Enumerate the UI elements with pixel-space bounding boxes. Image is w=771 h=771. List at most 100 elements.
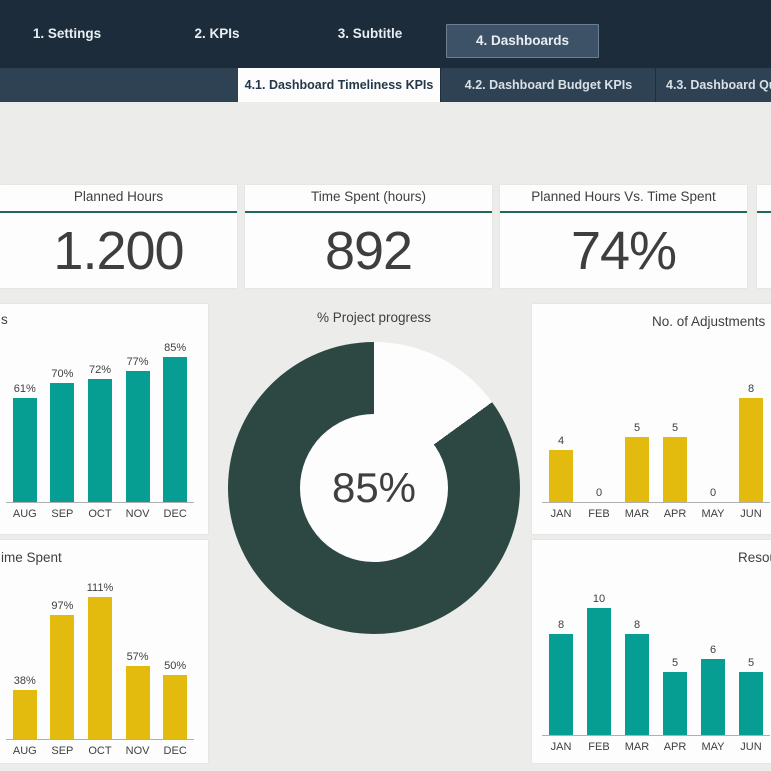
- bar-value-label: 85%: [164, 342, 186, 354]
- bar-value-label: 57%: [127, 651, 149, 663]
- kpi-title: Time Spent (hours): [245, 185, 492, 213]
- chart-adjustments: No. of Adjustments 405508JANFEBMARAPRMAY…: [532, 304, 771, 534]
- bar: [663, 437, 687, 502]
- chart-time-spent-pct: ime Spent 38%97%111%57%50%AUGSEPOCTNOVDE…: [0, 540, 208, 763]
- bar-value-label: 97%: [51, 600, 73, 612]
- bar-value-label: 5: [672, 422, 678, 434]
- kpi-value: 74%: [500, 213, 747, 288]
- month-label: APR: [656, 508, 694, 520]
- subtab-quality-kpis[interactable]: 4.3. Dashboard Qua: [655, 68, 771, 102]
- subtab-budget-kpis[interactable]: 4.2. Dashboard Budget KPIs: [440, 68, 656, 102]
- bars-row: 405508: [542, 346, 770, 502]
- month-label: AUG: [6, 745, 44, 757]
- chart-title: No. of Adjustments: [652, 314, 765, 329]
- bar-group: 61%: [6, 383, 44, 502]
- bar-group: 85%: [156, 342, 194, 502]
- bar: [88, 379, 112, 502]
- month-label: APR: [656, 741, 694, 753]
- bar-value-label: 72%: [89, 364, 111, 376]
- dashboard-screen: 1. Settings 2. KPIs 3. Subtitle 4. Dashb…: [0, 0, 771, 771]
- bar: [13, 690, 37, 739]
- month-label: FEB: [580, 741, 618, 753]
- month-label: DEC: [156, 745, 194, 757]
- bar-value-label: 5: [748, 657, 754, 669]
- donut-project-progress: 85%: [228, 342, 520, 634]
- tab-settings[interactable]: 1. Settings: [22, 0, 112, 68]
- kpi-title: [757, 185, 771, 213]
- tab-subtitle[interactable]: 3. Subtitle: [325, 0, 415, 68]
- month-label: NOV: [119, 508, 157, 520]
- bar-group: 0: [694, 487, 732, 502]
- tab-dashboards[interactable]: 4. Dashboards: [446, 24, 599, 58]
- month-label: MAY: [694, 741, 732, 753]
- bar-value-label: 70%: [51, 368, 73, 380]
- chart-monthly-progress: s 61% 70% 72% 77% 85% AUGSEPOCTNOVDEC: [0, 304, 208, 534]
- month-label: DEC: [156, 508, 194, 520]
- bar-group: 5: [618, 422, 656, 502]
- bar-group: 97%: [44, 600, 82, 739]
- subtab-timeliness-kpis[interactable]: 4.1. Dashboard Timeliness KPIs: [238, 68, 440, 102]
- bar: [163, 357, 187, 502]
- bar-group: 8: [618, 619, 656, 735]
- month-label: NOV: [119, 745, 157, 757]
- axis-line: AUGSEPOCTNOVDEC: [6, 739, 194, 757]
- kpi-value: 892: [245, 213, 492, 288]
- month-label: MAR: [618, 741, 656, 753]
- bar-group: 70%: [44, 368, 82, 502]
- bar: [549, 450, 573, 502]
- bar: [625, 634, 649, 735]
- bar-plot: 38% 97% 111% 57% 50% AUGSEPOCTNOVDEC: [6, 579, 194, 757]
- bar-plot: 8108565JANFEBMARAPRMAYJUN: [542, 583, 770, 753]
- tab-kpis[interactable]: 2. KPIs: [172, 0, 262, 68]
- bar-group: 6: [694, 644, 732, 735]
- kpi-value: 1.200: [0, 213, 237, 288]
- bar: [739, 398, 763, 502]
- bar: [587, 608, 611, 735]
- month-label: FEB: [580, 508, 618, 520]
- bar-value-label: 8: [748, 383, 754, 395]
- month-label: JAN: [542, 741, 580, 753]
- donut-center-label: 85%: [300, 414, 448, 562]
- bar-group: 5: [656, 657, 694, 735]
- bar-value-label: 8: [634, 619, 640, 631]
- month-label: OCT: [81, 508, 119, 520]
- bar-group: 10: [580, 593, 618, 735]
- bar-group: 111%: [81, 582, 119, 739]
- bar: [739, 672, 763, 735]
- month-label: JUN: [732, 508, 770, 520]
- chart-resources: Resou 8108565JANFEBMARAPRMAYJUN: [532, 540, 771, 763]
- bar-value-label: 6: [710, 644, 716, 656]
- axis-line: AUGSEPOCTNOVDEC: [6, 502, 194, 520]
- bar: [163, 675, 187, 739]
- donut-chart-title: % Project progress: [254, 310, 494, 325]
- bar: [13, 398, 37, 502]
- month-label: SEP: [44, 745, 82, 757]
- bar-group: 38%: [6, 675, 44, 739]
- kpi-card-planned-vs-spent: Planned Hours Vs. Time Spent 74%: [500, 185, 747, 288]
- bar: [50, 383, 74, 502]
- kpi-value: [757, 213, 771, 288]
- kpi-title: Planned Hours Vs. Time Spent: [500, 185, 747, 213]
- bar-value-label: 111%: [87, 582, 114, 594]
- chart-title-fragment: s: [1, 312, 8, 327]
- bar-group: 72%: [81, 364, 119, 502]
- kpi-card-time-spent: Time Spent (hours) 892: [245, 185, 492, 288]
- bar-group: 57%: [119, 651, 157, 739]
- bar-group: 0: [580, 487, 618, 502]
- sub-nav-bar: 4.1. Dashboard Timeliness KPIs 4.2. Dash…: [0, 68, 771, 102]
- bar: [701, 659, 725, 735]
- axis-line: JANFEBMARAPRMAYJUN: [542, 735, 770, 753]
- bar: [126, 666, 150, 739]
- month-label: SEP: [44, 508, 82, 520]
- bar: [126, 371, 150, 502]
- month-label: MAY: [694, 508, 732, 520]
- bar-plot: 61% 70% 72% 77% 85% AUGSEPOCTNOVDEC: [6, 342, 194, 520]
- bar-group: 5: [732, 657, 770, 735]
- bar-value-label: 77%: [127, 356, 149, 368]
- month-label: JAN: [542, 508, 580, 520]
- bar-value-label: 10: [593, 593, 605, 605]
- bars-row: 38% 97% 111% 57% 50%: [6, 579, 194, 739]
- axis-line: JANFEBMARAPRMAYJUN: [542, 502, 770, 520]
- bars-row: 61% 70% 72% 77% 85%: [6, 342, 194, 502]
- bar-value-label: 50%: [164, 660, 186, 672]
